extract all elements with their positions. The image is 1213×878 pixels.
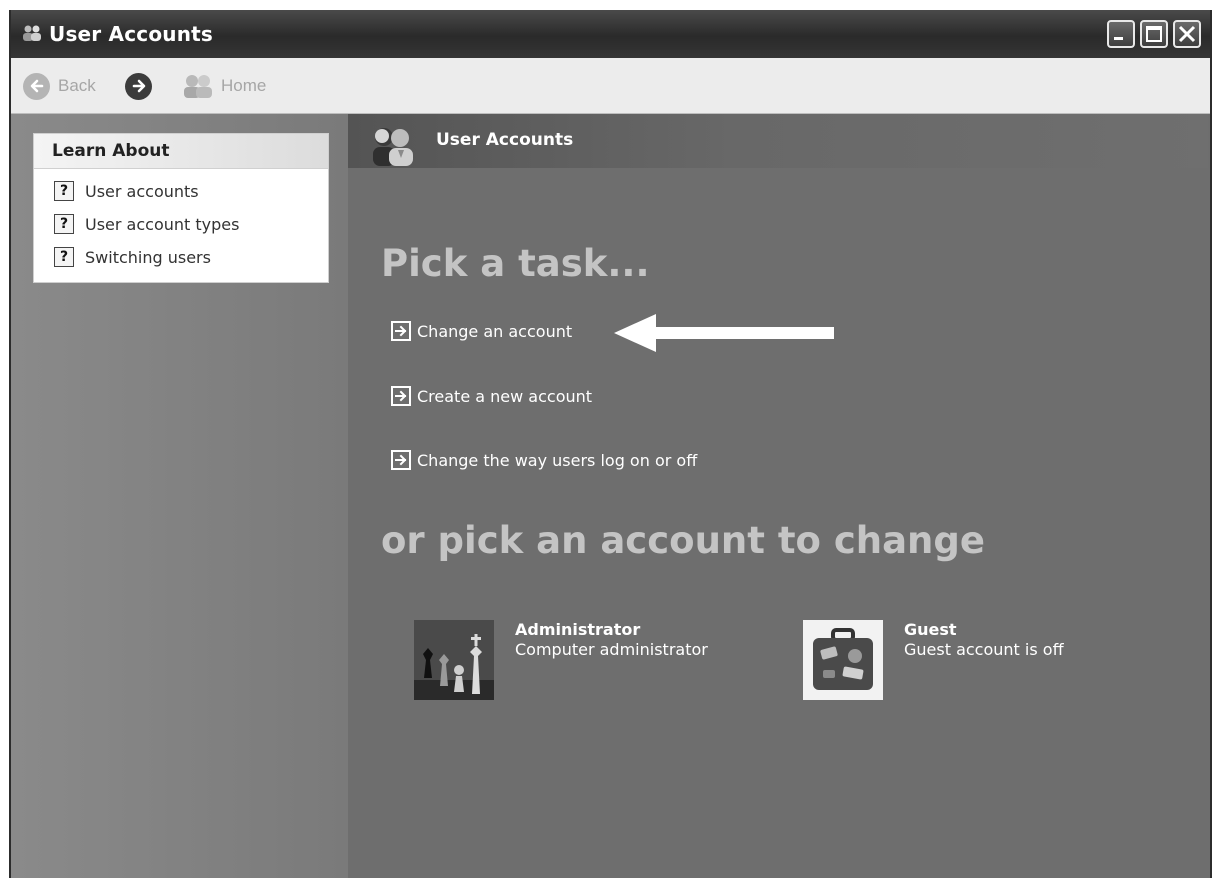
content-header-title: User Accounts [436,130,574,150]
help-question-icon: ? [54,181,74,201]
pick-account-heading: or pick an account to change [381,519,985,562]
learn-item-label: Switching users [85,247,211,267]
account-guest[interactable]: Guest Guest account is off [803,620,1064,700]
navigation-toolbar: Back Home [11,58,1210,114]
task-create-new-account[interactable]: Create a new account [391,384,592,408]
learn-item-switching-users[interactable]: ? Switching users [54,244,211,270]
main-content-pane: User Accounts Pick a task... Change an a… [348,114,1208,878]
minimize-button[interactable] [1107,20,1135,48]
task-change-account[interactable]: Change an account [391,319,572,343]
account-name: Administrator [515,620,641,639]
account-name: Guest [904,620,957,639]
home-button[interactable]: Home [181,72,266,100]
close-icon [1178,25,1196,43]
task-label: Create a new account [417,386,593,406]
user-accounts-window: User Accounts Back Home Learn About ? Us… [9,10,1212,878]
left-task-pane: Learn About ? User accounts ? User accou… [11,114,348,878]
arrow-right-icon [391,450,411,470]
suitcase-picture [803,620,883,700]
home-label: Home [221,76,267,95]
title-bar[interactable]: User Accounts [11,10,1210,58]
arrow-right-icon [391,321,411,341]
window-title: User Accounts [49,22,214,46]
annotation-arrow-icon [614,314,834,352]
home-users-icon [184,75,212,98]
pick-task-heading: Pick a task... [381,242,650,285]
account-type: Computer administrator [515,640,708,659]
minimize-icon [1114,37,1123,40]
task-label: Change an account [417,321,573,341]
user-accounts-header-icon [373,128,413,166]
back-button[interactable]: Back [23,72,96,100]
learn-about-panel: Learn About ? User accounts ? User accou… [33,133,329,283]
arrow-right-icon [391,386,411,406]
maximize-button[interactable] [1140,20,1168,48]
account-type: Guest account is off [904,640,1064,659]
learn-item-user-accounts[interactable]: ? User accounts [54,178,199,204]
account-administrator[interactable]: Administrator Computer administrator [414,620,708,700]
learn-about-title: Learn About [34,134,328,169]
back-label: Back [58,76,96,95]
content-header: User Accounts [348,114,1208,168]
learn-item-user-account-types[interactable]: ? User account types [54,211,239,237]
forward-arrow-icon [125,72,152,100]
help-question-icon: ? [54,247,74,267]
task-change-logon[interactable]: Change the way users log on or off [391,448,697,472]
learn-item-label: User accounts [85,181,199,201]
back-arrow-icon [23,72,50,100]
task-label: Change the way users log on or off [417,450,698,470]
user-accounts-icon [23,25,41,41]
chess-pieces-picture [414,620,494,700]
maximize-icon [1146,26,1162,42]
learn-item-label: User account types [85,214,240,234]
help-question-icon: ? [54,214,74,234]
close-button[interactable] [1173,20,1201,48]
forward-button[interactable] [125,72,152,100]
